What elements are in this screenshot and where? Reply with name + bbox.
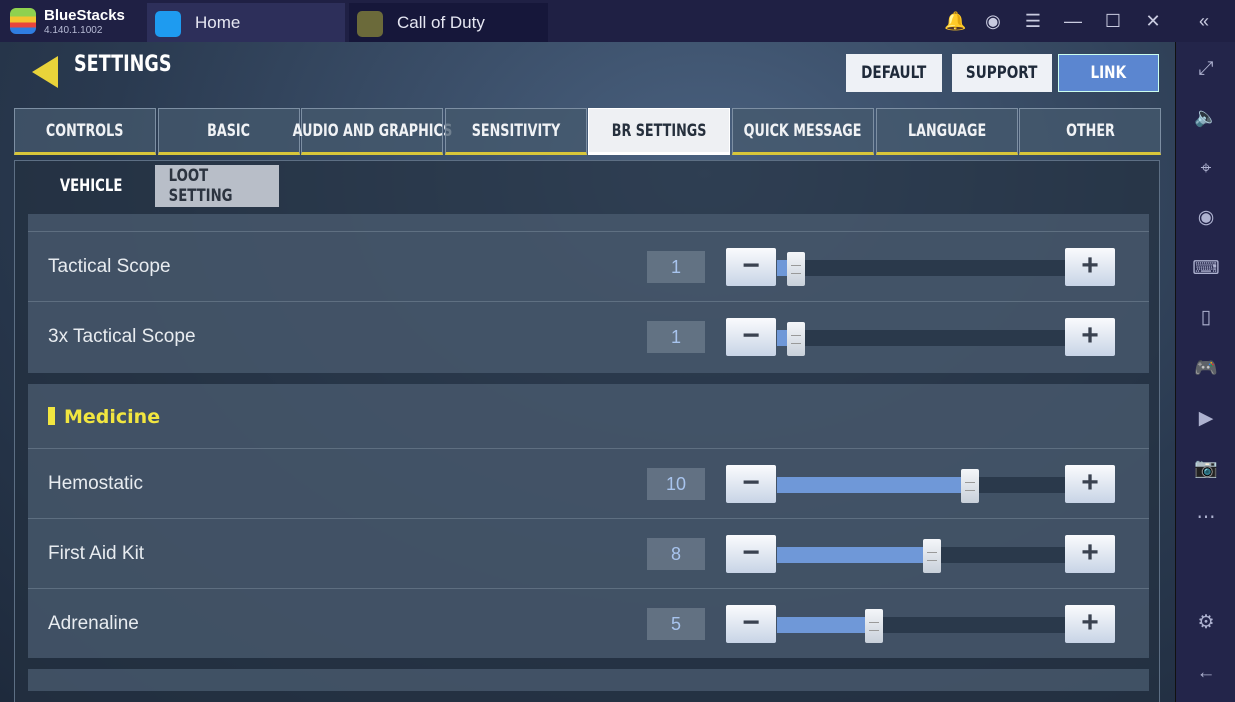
cursor-lock-icon[interactable]: ⌖	[1176, 156, 1235, 182]
minimize-icon[interactable]: —	[1063, 11, 1083, 31]
mute-icon[interactable]: 🔈	[1176, 105, 1235, 131]
tab-home[interactable]: Home	[147, 3, 345, 42]
back-icon[interactable]: ←	[1176, 660, 1235, 686]
setting-row: Tactical Scope 1 − +	[28, 231, 1149, 301]
game-settings-screen: SETTINGS DEFAULT SUPPORT LINK CONTROLS BA…	[0, 42, 1175, 702]
slider-fill	[777, 617, 874, 633]
settings-title: SETTINGS	[74, 52, 172, 77]
value-display: 5	[647, 608, 705, 640]
value-display: 1	[647, 251, 705, 283]
decrease-button[interactable]: −	[726, 318, 776, 356]
increase-button[interactable]: +	[1065, 605, 1115, 643]
slider-fill	[777, 547, 932, 563]
slider-thumb[interactable]	[787, 252, 806, 286]
setting-row: Hemostatic 10 − +	[28, 448, 1149, 518]
slider-thumb[interactable]	[864, 609, 883, 643]
slider[interactable]	[777, 609, 1067, 643]
slider[interactable]	[777, 539, 1067, 573]
link-button[interactable]: LINK	[1058, 54, 1159, 92]
subtab-loot-setting[interactable]: LOOT SETTING	[155, 165, 279, 207]
value-display: 1	[647, 321, 705, 353]
settings-panel: VEHICLE LOOT SETTING Medicine Tactical S…	[14, 160, 1160, 702]
tab-call-of-duty[interactable]: Call of Duty	[349, 3, 548, 42]
close-icon[interactable]: ✕	[1143, 11, 1163, 31]
tab-other[interactable]: OTHER	[1019, 108, 1162, 155]
call-of-duty-icon	[357, 11, 383, 37]
increase-button[interactable]: +	[1065, 465, 1115, 503]
decrease-button[interactable]: −	[726, 248, 776, 286]
slider-thumb[interactable]	[922, 539, 941, 573]
setting-label: First Aid Kit	[48, 543, 145, 564]
increase-button[interactable]: +	[1065, 535, 1115, 573]
section-title-medicine: Medicine	[48, 406, 160, 428]
slider[interactable]	[777, 469, 1067, 503]
default-button[interactable]: DEFAULT	[846, 54, 942, 92]
home-icon	[155, 11, 181, 37]
eye-icon[interactable]: ◉	[1176, 205, 1235, 231]
setting-row: First Aid Kit 8 − +	[28, 518, 1149, 588]
slider[interactable]	[777, 322, 1067, 356]
keyboard-icon[interactable]: ⌨	[1176, 256, 1235, 282]
slider[interactable]	[777, 252, 1067, 286]
tab-language[interactable]: LANGUAGE	[875, 108, 1018, 155]
bluestacks-logo-icon	[10, 8, 36, 34]
app-name: BlueStacks	[44, 7, 125, 24]
decrease-button[interactable]: −	[726, 535, 776, 573]
slider-fill	[777, 477, 971, 493]
gamepad-icon[interactable]: 🎮	[1176, 356, 1235, 382]
maximize-icon[interactable]: ☐	[1103, 11, 1123, 31]
tab-basic[interactable]: BASIC	[157, 108, 300, 155]
notification-bell-icon[interactable]: 🔔	[944, 11, 966, 31]
value-display: 10	[647, 468, 705, 500]
tab-quick-message[interactable]: QUICK MESSAGE	[732, 108, 874, 155]
right-sidebar: ⤢ 🔈 ⌖ ◉ ⌨ ▯ 🎮 ▶ 📷 ⋯ ⚙ ←	[1175, 42, 1235, 702]
media-icon[interactable]: ▶	[1176, 406, 1235, 432]
setting-label: Hemostatic	[48, 473, 144, 494]
value-display: 8	[647, 538, 705, 570]
decrease-button[interactable]: −	[726, 605, 776, 643]
next-section	[28, 669, 1149, 691]
settings-icon[interactable]: ⚙	[1176, 610, 1235, 636]
setting-label: 3x Tactical Scope	[48, 326, 196, 347]
setting-row: 3x Tactical Scope 1 − +	[28, 301, 1149, 371]
tab-br-settings[interactable]: BR SETTINGS	[588, 108, 731, 155]
more-icon[interactable]: ⋯	[1176, 505, 1235, 531]
fullscreen-icon[interactable]: ⤢	[1176, 56, 1235, 82]
back-arrow-icon[interactable]	[32, 56, 58, 88]
title-bar: BlueStacks 4.140.1.1002 Home Call of Dut…	[0, 0, 1235, 42]
rotate-icon[interactable]: ▯	[1176, 305, 1235, 331]
app-version: 4.140.1.1002	[44, 25, 103, 36]
setting-row: Adrenaline 5 − +	[28, 588, 1149, 658]
tab-label: Call of Duty	[397, 12, 485, 32]
collapse-sidebar-icon[interactable]: «	[1194, 11, 1214, 31]
slider-thumb[interactable]	[787, 322, 806, 356]
menu-icon[interactable]: ☰	[1023, 11, 1043, 31]
slider-thumb[interactable]	[961, 469, 980, 503]
setting-label: Adrenaline	[48, 613, 139, 634]
increase-button[interactable]: +	[1065, 248, 1115, 286]
setting-label: Tactical Scope	[48, 256, 171, 277]
tab-controls[interactable]: CONTROLS	[14, 108, 156, 155]
support-button[interactable]: SUPPORT	[952, 54, 1052, 92]
camera-icon[interactable]: 📷	[1176, 456, 1235, 482]
tab-label: Home	[195, 12, 241, 32]
tab-sensitivity[interactable]: SENSITIVITY	[444, 108, 587, 155]
subtab-vehicle[interactable]: VEHICLE	[31, 165, 151, 207]
decrease-button[interactable]: −	[726, 465, 776, 503]
tab-audio-and-graphics[interactable]: AUDIO AND GRAPHICS	[292, 108, 452, 155]
account-icon[interactable]: ◉	[983, 11, 1003, 31]
increase-button[interactable]: +	[1065, 318, 1115, 356]
